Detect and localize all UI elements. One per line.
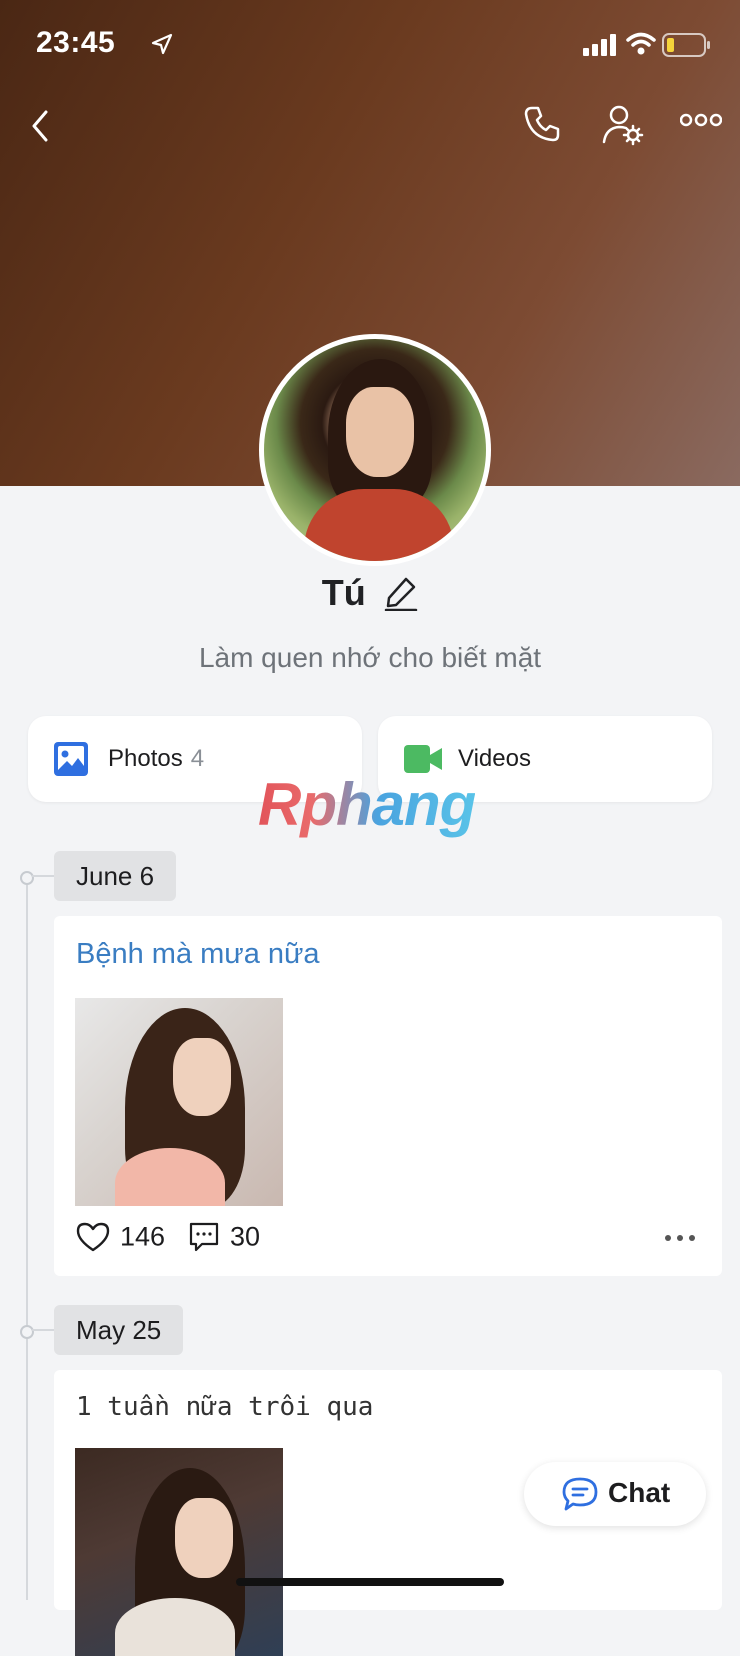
chat-label: Chat: [608, 1477, 671, 1508]
comment-count: 30: [230, 1221, 261, 1252]
post-card[interactable]: Bệnh mà mưa nữa 146 30: [54, 916, 722, 1276]
post-text: 1 tuần nữa trôi qua: [76, 1392, 374, 1422]
home-indicator: [236, 1578, 504, 1586]
comment-button[interactable]: 30: [188, 1220, 260, 1253]
profile-status: Làm quen nhớ cho biết mặt: [198, 642, 542, 673]
like-button[interactable]: 146: [76, 1220, 165, 1252]
status-bar: 23:45: [0, 0, 740, 90]
videos-label: Videos: [458, 745, 531, 772]
post-text: Bệnh mà mưa nữa: [76, 938, 320, 970]
heart-icon: [76, 1222, 110, 1252]
chat-button[interactable]: Chat: [524, 1462, 706, 1526]
comment-icon: [189, 1222, 219, 1251]
date-chip: May 25: [54, 1305, 184, 1355]
photos-label: Photos: [108, 745, 183, 772]
timeline-dot: [20, 1325, 34, 1339]
edit-name-icon[interactable]: [384, 575, 418, 611]
post-photo[interactable]: [75, 998, 283, 1206]
timeline-dot: [20, 871, 34, 885]
profile-avatar[interactable]: [259, 334, 491, 566]
chat-bubble-icon: [562, 1477, 598, 1511]
back-icon[interactable]: [26, 106, 54, 146]
phone-icon[interactable]: [522, 104, 562, 144]
photos-count: 4: [190, 745, 205, 772]
location-arrow-icon: [151, 33, 173, 55]
like-count: 146: [120, 1221, 166, 1252]
photos-icon: [54, 742, 88, 776]
watermark-logo: Rphang: [258, 771, 476, 838]
signal-icon: [583, 34, 616, 56]
more-options-icon[interactable]: [680, 112, 722, 128]
timeline-connector: [32, 1329, 54, 1331]
timeline-connector: [32, 875, 54, 877]
profile-name-row: Tú: [0, 572, 740, 614]
post-photo[interactable]: [75, 1448, 283, 1656]
user-settings-icon[interactable]: [602, 104, 644, 146]
battery-icon: [662, 33, 710, 57]
profile-name: Tú: [321, 572, 366, 613]
timeline-line: [26, 876, 28, 1600]
post-more-icon[interactable]: [664, 1234, 696, 1242]
status-time: 23:45: [36, 26, 116, 59]
date-chip: June 6: [54, 851, 177, 901]
wifi-icon: [626, 32, 656, 55]
